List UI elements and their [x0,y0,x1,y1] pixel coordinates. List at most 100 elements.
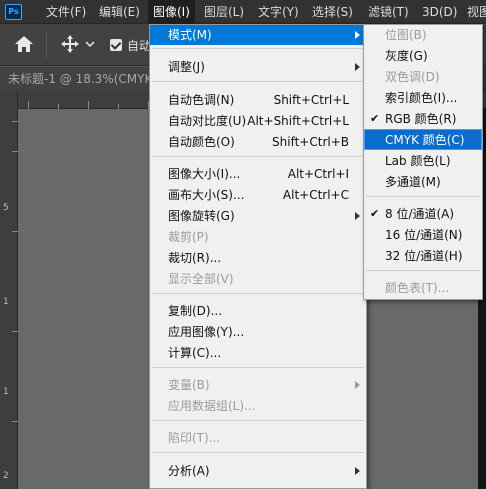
menu-item-trim[interactable]: 裁切(R)... [150,248,366,268]
menu-item-variables: 变量(B) [150,375,366,395]
submenu-item-label: 16 位/通道(N) [385,228,463,242]
menu-item-analysis[interactable]: 分析(A) [150,461,366,481]
menu-item-calculations[interactable]: 计算(C)... [150,343,366,363]
submenu-arrow-icon [355,63,360,71]
menu-separator [366,270,480,271]
submenu-item-label: 索引颜色(I)... [385,91,458,105]
document-tab[interactable]: 未标题-1 @ 18.3%(CMYK [0,67,160,91]
submenu-item-label: 多通道(M) [385,175,441,189]
submenu-item-32-bit[interactable]: 32 位/通道(H) [364,246,482,266]
menu-item-label: 显示全部(V) [168,272,234,286]
menu-select[interactable]: 选择(S) [307,0,358,24]
submenu-item-grayscale[interactable]: 灰度(G) [364,46,482,66]
menu-item-label: 陷印(T)... [168,431,221,445]
options-separator [46,32,47,58]
checkmark-icon: ✔ [370,112,380,125]
menu-item-label: 计算(C)... [168,346,222,360]
menu-item-adjustments[interactable]: 调整(J) [150,57,366,77]
submenu-item-indexed-color[interactable]: 索引颜色(I)... [364,88,482,108]
menu-item-label: 自动色调(N) [168,93,235,107]
home-icon[interactable] [14,35,34,53]
menu-item-label: 应用数据组(L)... [168,399,256,413]
menu-separator [152,452,364,453]
submenu-item-label: Lab 颜色(L) [385,154,451,168]
menu-item-reveal-all: 显示全部(V) [150,269,366,289]
menu-item-label: 变量(B) [168,378,210,392]
ruler-label: 1 [3,387,9,397]
submenu-item-8-bit[interactable]: ✔ 8 位/通道(A) [364,204,482,224]
submenu-item-cmyk-color[interactable]: CMYK 颜色(C) [364,129,482,150]
submenu-item-label: RGB 颜色(R) [385,112,457,126]
menu-item-label: 自动颜色(O) [168,135,235,149]
menu-item-label: 画布大小(S)... [168,188,245,202]
submenu-arrow-icon [355,381,360,389]
submenu-item-label: 8 位/通道(A) [385,207,455,221]
menu-separator [366,196,480,197]
menu-item-label: 应用图像(Y)... [168,325,245,339]
menu-item-label: 图像旋转(G) [168,209,235,223]
menu-layer[interactable]: 图层(L) [199,0,249,24]
submenu-item-label: 位图(B) [385,28,427,42]
checkmark-icon: ✔ [370,207,380,220]
menu-item-label: 复制(D)... [168,304,223,318]
menu-item-image-rotation[interactable]: 图像旋转(G) [150,206,366,226]
menu-3d[interactable]: 3D(D) [417,0,462,24]
menu-item-label: 裁剪(P) [168,230,209,244]
menu-bar: Ps 文件(F) 编辑(E) 图像(I) 图层(L) 文字(Y) 选择(S) 滤… [0,0,486,24]
submenu-item-multichannel[interactable]: 多通道(M) [364,172,482,192]
menu-separator [152,367,364,368]
submenu-arrow-icon [355,212,360,220]
menu-item-image-size[interactable]: 图像大小(I)... Alt+Ctrl+I [150,164,366,184]
menu-item-trap: 陷印(T)... [150,428,366,448]
menu-filter[interactable]: 滤镜(T) [363,0,414,24]
ruler-label: 2 [3,471,9,481]
submenu-item-bitmap: 位图(B) [364,25,482,45]
menu-separator [152,293,364,294]
menu-view[interactable]: 视图 [462,0,486,24]
vertical-ruler: 5 1 1 2 [0,91,18,489]
menu-item-label: 图像大小(I)... [168,167,241,181]
submenu-item-rgb-color[interactable]: ✔ RGB 颜色(R) [364,109,482,129]
menu-separator [152,48,364,49]
chevron-down-icon[interactable] [85,40,95,48]
menu-separator [152,156,364,157]
submenu-item-label: 灰度(G) [385,49,428,63]
menu-item-auto-color[interactable]: 自动颜色(O) Shift+Ctrl+B [150,132,366,152]
menu-item-shortcut: Alt+Ctrl+I [287,167,349,181]
submenu-item-label: 32 位/通道(H) [385,249,463,263]
submenu-item-16-bit[interactable]: 16 位/通道(N) [364,225,482,245]
menu-type[interactable]: 文字(Y) [253,0,304,24]
menu-item-mode[interactable]: 模式(M) [150,25,366,45]
menu-separator [152,420,364,421]
menu-separator [152,81,364,82]
photoshop-logo: Ps [5,4,22,20]
menu-file[interactable]: 文件(F) [41,0,91,24]
menu-item-apply-data-set: 应用数据组(L)... [150,396,366,416]
submenu-item-label: 颜色表(T)... [385,281,450,295]
ruler-label: 1 [3,297,9,307]
menu-item-shortcut: Alt+Ctrl+C [282,188,349,202]
menu-item-apply-image[interactable]: 应用图像(Y)... [150,322,366,342]
menu-item-auto-contrast[interactable]: 自动对比度(U) Alt+Shift+Ctrl+L [150,111,366,131]
auto-select-checkbox[interactable] [110,39,122,51]
menu-edit[interactable]: 编辑(E) [94,0,145,24]
menu-item-label: 调整(J) [168,60,205,74]
menu-item-shortcut: Shift+Ctrl+L [273,93,349,107]
submenu-item-label: 双色调(D) [385,70,440,84]
menu-item-canvas-size[interactable]: 画布大小(S)... Alt+Ctrl+C [150,185,366,205]
menu-item-shortcut: Alt+Shift+Ctrl+L [247,114,349,128]
menu-item-crop: 裁剪(P) [150,227,366,247]
menu-image[interactable]: 图像(I) [148,0,195,24]
menu-item-label: 模式(M) [168,28,212,42]
menu-item-label: 自动对比度(U) [168,114,247,128]
move-tool-icon[interactable] [60,34,80,54]
menu-item-shortcut: Shift+Ctrl+B [272,135,349,149]
menu-item-label: 分析(A) [168,464,210,478]
menu-item-auto-tone[interactable]: 自动色调(N) Shift+Ctrl+L [150,90,366,110]
menu-item-duplicate[interactable]: 复制(D)... [150,301,366,321]
submenu-item-duotone: 双色调(D) [364,67,482,87]
image-menu-dropdown: 模式(M) 调整(J) 自动色调(N) Shift+Ctrl+L 自动对比度(U… [149,24,367,489]
submenu-item-lab-color[interactable]: Lab 颜色(L) [364,151,482,171]
submenu-item-color-table: 颜色表(T)... [364,278,482,298]
menu-item-label: 裁切(R)... [168,251,222,265]
